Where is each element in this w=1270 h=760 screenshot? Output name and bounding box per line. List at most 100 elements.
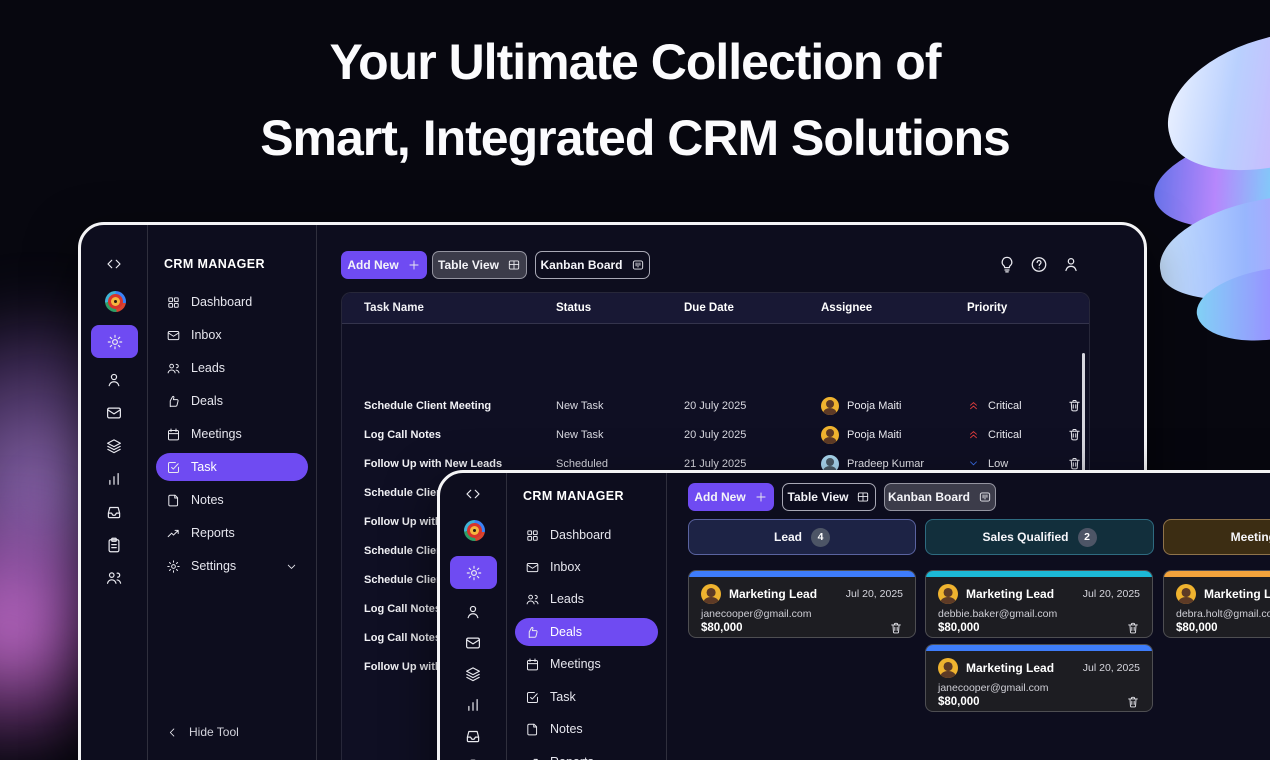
hero-title-line2: Smart, Integrated CRM Solutions <box>260 110 1011 166</box>
kanban-card[interactable]: Marketing Lead Jul 20, 2025 janecooper@g… <box>688 570 916 638</box>
add-new-button[interactable]: Add New <box>688 483 774 511</box>
priority-low-icon <box>967 457 980 470</box>
sidebar-item-inbox[interactable]: Inbox <box>515 553 658 581</box>
trash-icon[interactable] <box>1126 695 1140 709</box>
main-area: Add New Table View Kanban Board Lead 4 S… <box>667 473 1270 760</box>
button-label: Table View <box>787 490 849 504</box>
add-new-button[interactable]: Add New <box>341 251 427 279</box>
sidebar-item-reports[interactable]: Reports <box>515 748 658 760</box>
kanban-card[interactable]: Marketing Lead Jul 20, 2025 janecooper@g… <box>925 644 1153 712</box>
rail-item-active[interactable] <box>91 325 138 358</box>
cell-due-date: 21 July 2025 <box>684 457 747 470</box>
crm-logo-icon[interactable] <box>464 520 485 541</box>
priority-label: Critical <box>988 428 1022 441</box>
user-icon[interactable] <box>464 603 482 621</box>
cell-status: New Task <box>556 399 604 412</box>
button-label: Table View <box>438 258 499 272</box>
layers-icon[interactable] <box>105 437 123 455</box>
sidebar-item-deals-active[interactable]: Deals <box>515 618 658 646</box>
item-label: Settings <box>191 559 237 573</box>
assignee-name: Pooja Maiti <box>847 399 902 412</box>
sidebar-item-deals[interactable]: Deals <box>156 387 308 415</box>
users-icon[interactable] <box>105 569 123 587</box>
dashboard-icon <box>166 295 181 310</box>
sidebar-item-meetings[interactable]: Meetings <box>515 650 658 678</box>
cell-task-name: Log Call Notes <box>364 428 442 441</box>
lightbulb-icon[interactable] <box>998 255 1017 274</box>
hub-icon <box>465 564 483 582</box>
help-icon[interactable] <box>1030 255 1049 274</box>
cell-due-date: 20 July 2025 <box>684 428 747 441</box>
sidebar-item-notes[interactable]: Notes <box>156 486 308 514</box>
sidebar-item-dashboard[interactable]: Dashboard <box>515 521 658 549</box>
sidebar-item-reports[interactable]: Reports <box>156 519 308 547</box>
sidebar-item-notes[interactable]: Notes <box>515 715 658 743</box>
item-label: Dashboard <box>191 295 253 309</box>
item-label: Leads <box>191 361 226 375</box>
table-row[interactable]: Schedule Client Meeting New Task 20 July… <box>342 391 1089 420</box>
sidebar-item-inbox[interactable]: Inbox <box>156 321 308 349</box>
code-icon[interactable] <box>105 255 123 273</box>
card-amount: $80,000 <box>701 622 743 634</box>
cell-status: New Task <box>556 428 604 441</box>
rail-item-active[interactable] <box>450 556 497 589</box>
priority-critical-icon <box>967 428 980 441</box>
cell-due-date: 20 July 2025 <box>684 399 747 412</box>
table-row[interactable]: Log Call Notes New Task 20 July 2025 Poo… <box>342 420 1089 449</box>
leads-icon <box>166 361 181 376</box>
table-view-icon <box>507 258 521 272</box>
chart-bars-icon[interactable] <box>464 696 482 714</box>
assignee-avatar <box>821 425 839 444</box>
table-view-button[interactable]: Table View <box>432 251 527 279</box>
hero-title-line1: Your Ultimate Collection of <box>329 34 942 90</box>
kanban-column-header-lead[interactable]: Lead 4 <box>688 519 916 555</box>
trash-icon[interactable] <box>1067 398 1082 413</box>
user-icon[interactable] <box>105 371 123 389</box>
card-email: janecooper@gmail.com <box>701 608 812 620</box>
trash-icon[interactable] <box>1067 427 1082 442</box>
kanban-column-header-sales-qualified[interactable]: Sales Qualified 2 <box>925 519 1154 555</box>
user-profile-icon[interactable] <box>1062 255 1081 274</box>
code-icon[interactable] <box>464 485 482 503</box>
table-view-button[interactable]: Table View <box>782 483 876 511</box>
header-status: Status <box>556 302 592 314</box>
inbox-tray-icon[interactable] <box>464 727 482 745</box>
layers-icon[interactable] <box>464 665 482 683</box>
notes-icon <box>166 493 181 508</box>
table-view-icon <box>856 490 870 504</box>
reports-icon <box>525 755 540 760</box>
trash-icon[interactable] <box>1126 621 1140 635</box>
hub-icon <box>106 333 124 351</box>
kanban-card[interactable]: Marketing Lead Jul 20, 2025 debbie.baker… <box>925 570 1153 638</box>
sidebar-item-settings[interactable]: Settings <box>156 552 308 580</box>
card-title: Marketing Lead <box>966 661 1055 675</box>
trash-icon[interactable] <box>889 621 903 635</box>
sidebar-item-task-active[interactable]: Task <box>156 453 308 481</box>
clipboard-icon[interactable] <box>105 536 123 554</box>
card-date: Jul 20, 2025 <box>1082 588 1140 600</box>
sidebar-item-leads[interactable]: Leads <box>156 354 308 382</box>
hide-tool-button[interactable]: Hide Tool <box>166 725 239 739</box>
button-label: Add New <box>347 258 399 272</box>
item-label: Reports <box>550 755 594 760</box>
crm-logo-icon[interactable] <box>105 291 126 312</box>
sidebar-item-meetings[interactable]: Meetings <box>156 420 308 448</box>
chart-bars-icon[interactable] <box>105 470 123 488</box>
priority-label: Low <box>988 457 1009 470</box>
chevron-left-icon <box>166 726 179 739</box>
kanban-card[interactable]: Marketing Lead Jul 20, 2025 debra.holt@g… <box>1163 570 1270 638</box>
cell-assignee: Pooja Maiti <box>821 425 967 444</box>
item-label: Leads <box>550 592 585 606</box>
sidebar-item-dashboard[interactable]: Dashboard <box>156 288 308 316</box>
sidebar-item-task[interactable]: Task <box>515 683 658 711</box>
item-label: Notes <box>550 722 583 736</box>
lead-avatar <box>1176 584 1196 604</box>
kanban-board-button[interactable]: Kanban Board <box>884 483 996 511</box>
trash-icon[interactable] <box>1067 456 1082 471</box>
mail-icon[interactable] <box>464 634 482 652</box>
mail-icon[interactable] <box>105 404 123 422</box>
sidebar-item-leads[interactable]: Leads <box>515 585 658 613</box>
inbox-tray-icon[interactable] <box>105 503 123 521</box>
kanban-board-button[interactable]: Kanban Board <box>535 251 650 279</box>
kanban-column-header-meeting-booked[interactable]: Meeting Booked <box>1163 519 1270 555</box>
